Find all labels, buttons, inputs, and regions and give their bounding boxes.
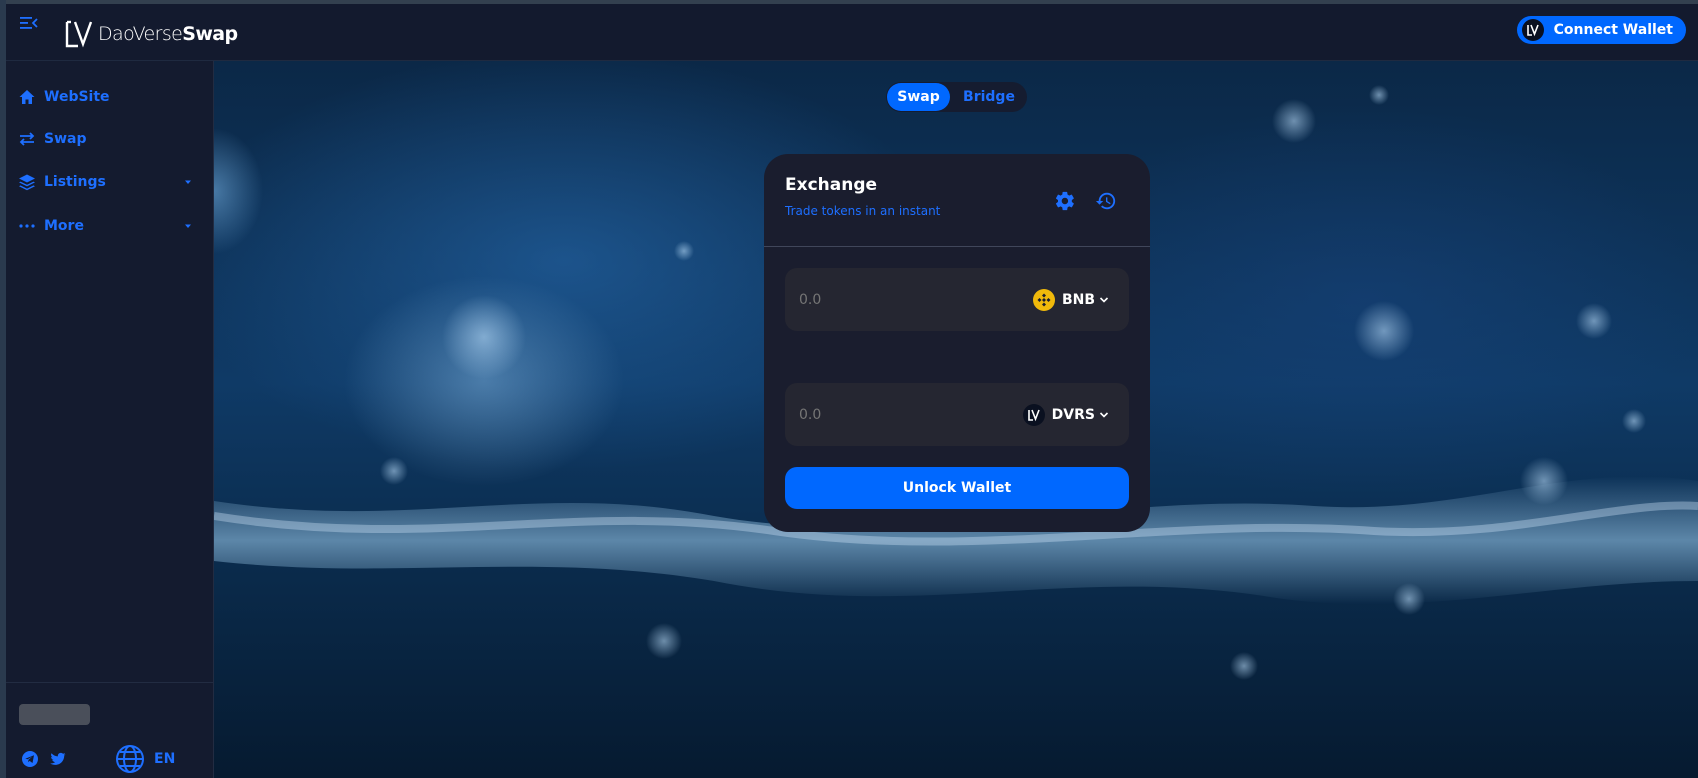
- sidebar-item-label: WebSite: [44, 89, 110, 105]
- telegram-icon[interactable]: [21, 750, 39, 768]
- sidebar-footer: EN: [6, 682, 213, 778]
- sidebar-item-label: Swap: [44, 131, 87, 147]
- exchange-card: Exchange Trade tokens in an instant BNB: [764, 154, 1150, 532]
- connect-wallet-button[interactable]: Connect Wallet: [1516, 16, 1686, 44]
- logo[interactable]: DaoVerseSwap: [64, 18, 238, 50]
- caret-down-icon: [185, 180, 191, 184]
- swap-arrows-icon: [19, 132, 35, 146]
- twitter-icon[interactable]: [49, 750, 67, 768]
- card-divider: [764, 246, 1150, 247]
- exchange-title: Exchange: [785, 175, 878, 195]
- from-amount-input[interactable]: [799, 286, 979, 314]
- sidebar-item-swap[interactable]: Swap: [6, 122, 213, 156]
- tab-bridge[interactable]: Bridge: [952, 83, 1026, 111]
- sidebar: WebSite Swap Listings More EN: [6, 61, 214, 778]
- to-token-label: DVRS: [1051, 407, 1095, 423]
- to-token-field: DVRS: [785, 383, 1129, 446]
- logo-text: DaoVerseSwap: [98, 23, 238, 45]
- to-amount-input[interactable]: [799, 401, 979, 429]
- sidebar-item-more[interactable]: More: [6, 209, 213, 243]
- connect-wallet-label: Connect Wallet: [1553, 22, 1673, 38]
- settings-gear-icon[interactable]: [1054, 190, 1076, 212]
- sidebar-item-label: More: [44, 218, 84, 234]
- chevron-down-icon: [1099, 412, 1109, 418]
- from-token-selector[interactable]: BNB: [1032, 288, 1109, 312]
- dvrs-icon: [1022, 404, 1045, 426]
- sidebar-item-listings[interactable]: Listings: [6, 165, 213, 199]
- main-content: Swap Bridge Exchange Trade tokens in an …: [214, 61, 1698, 778]
- app-window: DaoVerseSwap Connect Wallet WebSite Swap…: [0, 0, 1698, 778]
- menu-collapse-icon[interactable]: [18, 12, 40, 34]
- sidebar-item-label: Listings: [44, 174, 106, 190]
- token-price-placeholder: [19, 704, 90, 725]
- caret-down-icon: [185, 224, 191, 228]
- globe-icon[interactable]: [115, 744, 145, 774]
- unlock-wallet-button[interactable]: Unlock Wallet: [785, 467, 1129, 509]
- exchange-subtitle: Trade tokens in an instant: [785, 204, 941, 218]
- chevron-down-icon: [1099, 297, 1109, 303]
- top-header: DaoVerseSwap Connect Wallet: [6, 4, 1698, 61]
- sidebar-item-website[interactable]: WebSite: [6, 80, 213, 114]
- more-dots-icon: [19, 224, 35, 228]
- tab-swap[interactable]: Swap: [887, 83, 950, 111]
- daoverse-logo-mark: [65, 20, 93, 48]
- history-icon[interactable]: [1095, 190, 1117, 212]
- home-icon: [19, 90, 35, 104]
- swap-bridge-toggle: Swap Bridge: [886, 82, 1027, 112]
- layers-icon: [19, 174, 35, 191]
- logo-text-light: DaoVerse: [98, 23, 183, 45]
- from-token-label: BNB: [1061, 292, 1095, 308]
- logo-text-bold: Swap: [182, 23, 238, 45]
- language-label[interactable]: EN: [154, 751, 175, 767]
- to-token-selector[interactable]: DVRS: [1022, 403, 1109, 427]
- from-token-field: BNB: [785, 268, 1129, 331]
- wallet-badge-icon: [1521, 19, 1544, 41]
- bnb-icon: [1032, 289, 1055, 311]
